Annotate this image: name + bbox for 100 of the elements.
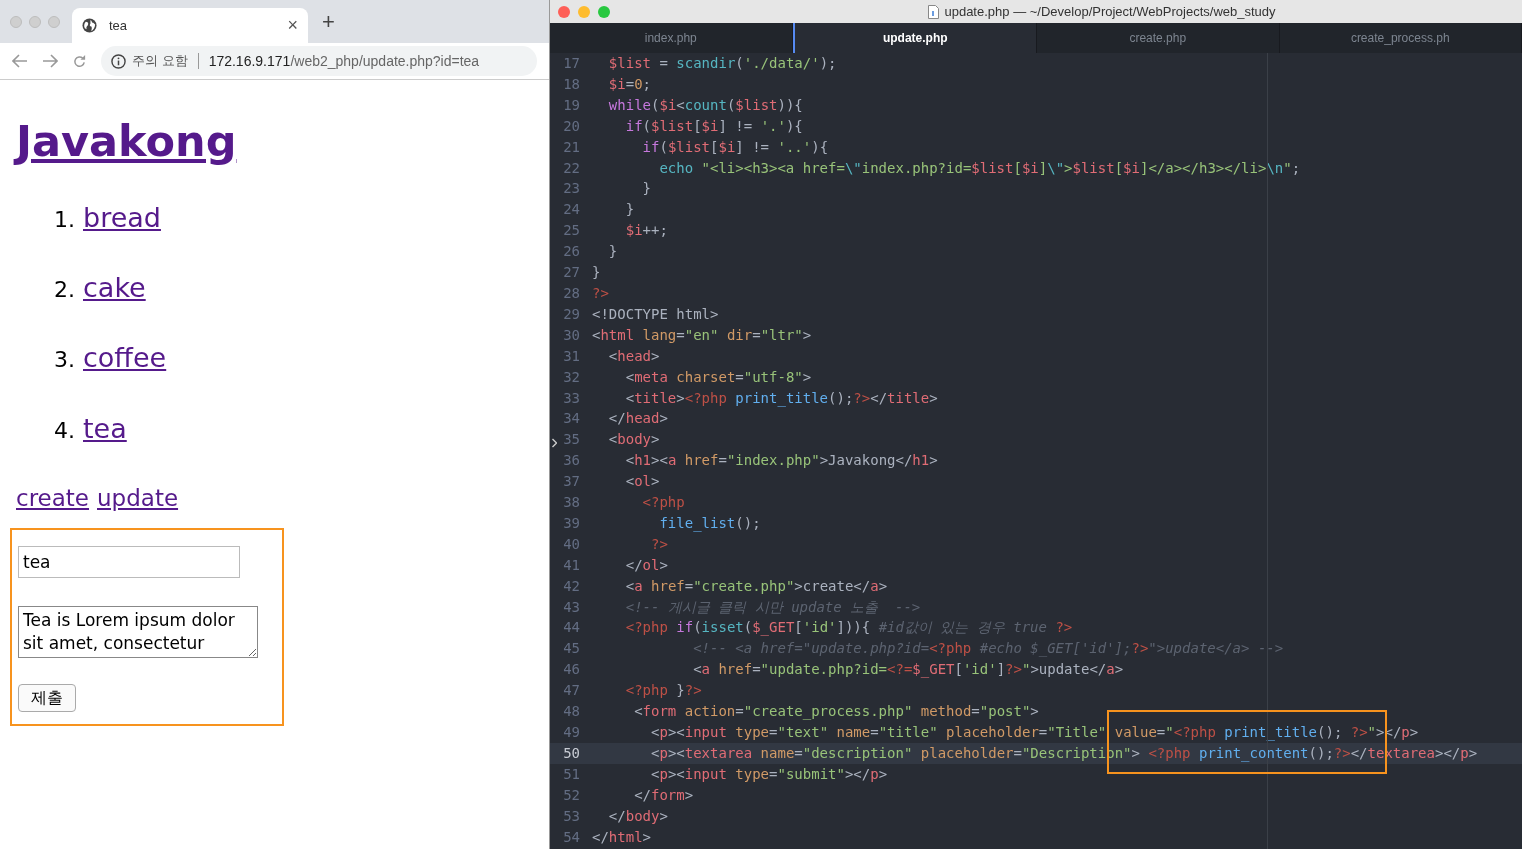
line-number: 20 [562, 116, 580, 136]
tab-title: tea [109, 16, 128, 35]
code-line: if($list[$i] != '..'){ [641, 137, 829, 157]
line-number: 17 [562, 54, 580, 73]
code-line: $list = scandir('./data/'); [607, 54, 837, 73]
line-number: 53 [562, 806, 580, 826]
line-number: 32 [562, 367, 580, 387]
line-number: 19 [562, 95, 580, 115]
code-line: file_list(); [658, 513, 761, 534]
code-line: } [641, 179, 651, 199]
line-number: 36 [562, 451, 580, 471]
line-number: 25 [562, 221, 580, 241]
window-button[interactable] [29, 15, 41, 28]
submit-button[interactable]: 제출 [18, 683, 76, 712]
title-input[interactable]: tea [18, 545, 240, 578]
line-number: 24 [562, 200, 580, 220]
code-line: <meta charset="utf-8"> [624, 367, 812, 387]
line-number: 28 [562, 283, 580, 303]
chevron-icon[interactable] [552, 438, 557, 448]
line-number: 46 [562, 660, 580, 680]
code-line: <title><?php print_title();?></title> [624, 388, 938, 409]
code-line: } [607, 242, 618, 262]
code-line: <body> [607, 430, 660, 450]
code-line: <h1><a href="index.php">Javakong</h1> [624, 451, 938, 471]
line-number: 22 [562, 158, 580, 178]
line-number: 40 [562, 534, 580, 554]
line-number: 50 [562, 743, 580, 763]
minimize-button[interactable] [578, 5, 590, 18]
code-line: <?php if(isset($_GET['id'])){ #id값이 있는 경우 true ?> [624, 618, 1073, 638]
list-item-link[interactable]: cake [83, 272, 146, 305]
line-number: 43 [562, 597, 580, 617]
back-icon[interactable] [12, 54, 28, 68]
line-number: 42 [562, 576, 580, 596]
code-line: </head> [607, 409, 668, 429]
code-line: $i=0; [607, 74, 652, 94]
line-number: 51 [562, 764, 580, 784]
info-icon[interactable] [111, 53, 126, 69]
line-number: 47 [562, 681, 580, 701]
forward-icon[interactable] [42, 54, 58, 68]
code-line: } [592, 263, 601, 283]
zoom-button[interactable] [598, 5, 610, 18]
code-line: $i++; [624, 221, 668, 241]
list-number: 3. [54, 347, 75, 374]
list-item-link[interactable]: tea [83, 412, 127, 446]
editor-tab[interactable]: update.php [792, 23, 1037, 53]
line-number: 18 [562, 74, 580, 94]
line-number: 29 [562, 304, 580, 324]
line-number: 26 [562, 242, 580, 262]
new-tab-button[interactable]: + [322, 10, 335, 33]
list-item-link[interactable]: bread [83, 201, 161, 234]
code-line: <?php }?> [624, 681, 702, 701]
nav-link[interactable]: create [16, 481, 89, 516]
line-number: 38 [562, 493, 580, 513]
close-button[interactable] [558, 5, 570, 18]
file-icon [928, 4, 940, 19]
nav-link[interactable]: update [97, 481, 179, 516]
line-number: 39 [562, 513, 580, 533]
code-line: <ol> [624, 472, 660, 492]
code-line: </ol> [624, 555, 668, 575]
line-number: 48 [562, 702, 580, 722]
code-line: <head> [607, 346, 660, 366]
code-line: while($i<count($list)){ [607, 95, 803, 115]
code-line: } [624, 200, 635, 220]
code-line: <!DOCTYPE html> [592, 304, 719, 324]
line-number: 30 [562, 325, 580, 345]
address-bar[interactable]: 주의 요함 172.16.9.171/web2_php/update.php?id=tea [101, 46, 537, 76]
code-line: <!-- 게시글 클릭 시만 update 노출 --> [624, 597, 921, 617]
code-line: </html> [592, 827, 651, 847]
code-line: <a href="create.php">create</a> [624, 576, 888, 596]
globe-icon [82, 18, 97, 33]
window-title: update.php — ~/Develop/Project/WebProjects/web_study [944, 2, 1276, 21]
list-item-link[interactable]: coffee [83, 342, 167, 375]
list-number: 1. [54, 206, 75, 233]
line-number: 49 [562, 723, 580, 742]
list-number: 2. [54, 277, 75, 304]
line-number: 23 [562, 179, 580, 199]
line-number: 37 [562, 472, 580, 492]
line-number: 21 [562, 137, 580, 157]
line-number: 33 [562, 388, 580, 408]
code-line: <html lang="en" dir="ltr"> [592, 325, 812, 345]
reload-icon[interactable] [72, 53, 87, 69]
close-icon[interactable]: × [287, 12, 298, 39]
code-line: <p><input type="submit"></p> [650, 764, 888, 784]
line-number: 52 [562, 785, 580, 805]
url-path: /web2_php/update.php?id=tea [290, 52, 480, 69]
line-number: 44 [562, 618, 580, 638]
window-button[interactable] [10, 15, 22, 28]
code-line: ?> [592, 283, 609, 303]
description-textarea[interactable]: Tea is Lorem ipsum dolor sit amet, consectetur [18, 605, 258, 658]
browser-tab[interactable]: tea × [72, 8, 308, 43]
list-number: 4. [54, 417, 75, 445]
line-number: 35 [562, 430, 580, 450]
window-button[interactable] [48, 15, 60, 28]
code-line: <?php [641, 493, 685, 513]
code-line: <a href="update.php?id=<?=$_GET['id']?>">update</a> [692, 660, 1124, 680]
code-line: ?> [650, 534, 668, 554]
line-number: 41 [562, 555, 580, 575]
url-host: 172.16.9.171 [208, 52, 291, 69]
line-number: 34 [562, 409, 580, 429]
security-label: 주의 요함 [132, 52, 188, 71]
